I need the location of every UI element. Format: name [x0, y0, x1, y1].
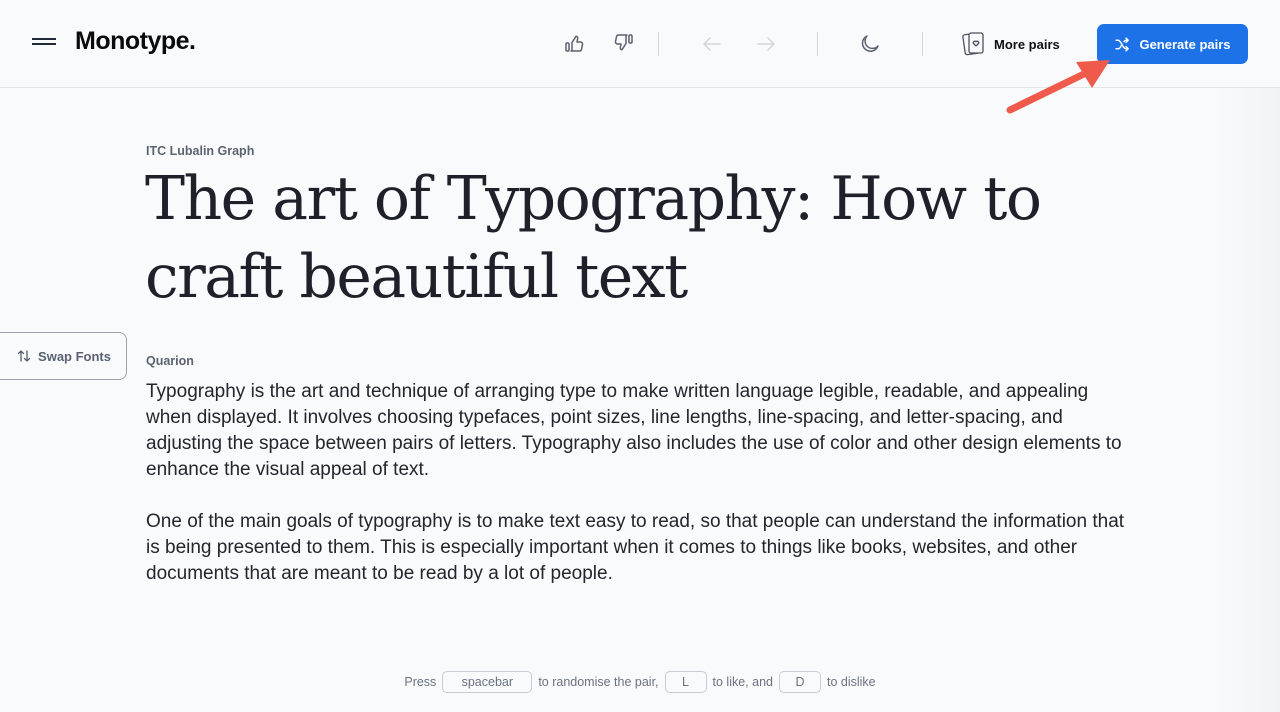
hint-text: to dislike	[827, 675, 876, 689]
swap-vertical-icon	[17, 350, 31, 362]
hint-text: Press	[404, 675, 437, 689]
previous-pair-button[interactable]	[698, 30, 726, 58]
arrow-right-icon	[757, 37, 776, 51]
hamburger-icon-line	[32, 43, 56, 45]
like-key: L	[664, 671, 707, 693]
generate-pairs-label: Generate pairs	[1139, 36, 1231, 52]
dislike-button[interactable]	[609, 30, 637, 58]
sample-heading: The art of Typography: How to craft beau…	[145, 164, 1042, 312]
like-button[interactable]	[561, 30, 589, 58]
divider	[922, 32, 923, 56]
generate-pairs-button[interactable]: Generate pairs	[1097, 24, 1248, 64]
page: Monotype. More pairs Generate pairs ITC …	[0, 0, 1280, 712]
hint-text: to randomise the pair,	[538, 675, 659, 689]
hint-text: to like, and	[712, 675, 773, 689]
next-pair-button[interactable]	[752, 30, 780, 58]
paragraph: Typography is the art and technique of a…	[146, 381, 1122, 480]
hamburger-menu-button[interactable]	[32, 36, 56, 46]
heading-font-name: ITC Lubalin Graph	[146, 144, 255, 158]
paragraph: One of the main goals of typography is t…	[146, 511, 1125, 584]
more-pairs-label: More pairs	[994, 36, 1060, 52]
shuffle-icon	[1115, 36, 1130, 52]
dislike-key: D	[779, 671, 821, 693]
logo[interactable]: Monotype.	[75, 27, 196, 56]
cards-heart-icon	[962, 32, 984, 56]
swap-fonts-label: Swap Fonts	[38, 348, 111, 364]
keyboard-hint: Press spacebar to randomise the pair, L …	[0, 671, 1280, 693]
divider	[817, 32, 818, 56]
spacebar-key: spacebar	[442, 671, 533, 693]
swap-fonts-button[interactable]: Swap Fonts	[0, 332, 127, 380]
thumbs-down-icon	[614, 34, 633, 51]
arrow-left-icon	[702, 37, 721, 51]
thumbs-up-icon	[565, 35, 584, 52]
hamburger-icon-line	[32, 38, 56, 40]
divider	[658, 32, 659, 56]
more-pairs-button[interactable]: More pairs	[962, 28, 1060, 60]
dark-mode-toggle[interactable]	[856, 30, 884, 58]
moon-icon	[861, 35, 879, 52]
sample-body: Typography is the art and technique of a…	[146, 379, 1136, 613]
body-font-name: Quarion	[146, 354, 194, 368]
top-nav: Monotype. More pairs Generate pairs	[0, 0, 1280, 88]
